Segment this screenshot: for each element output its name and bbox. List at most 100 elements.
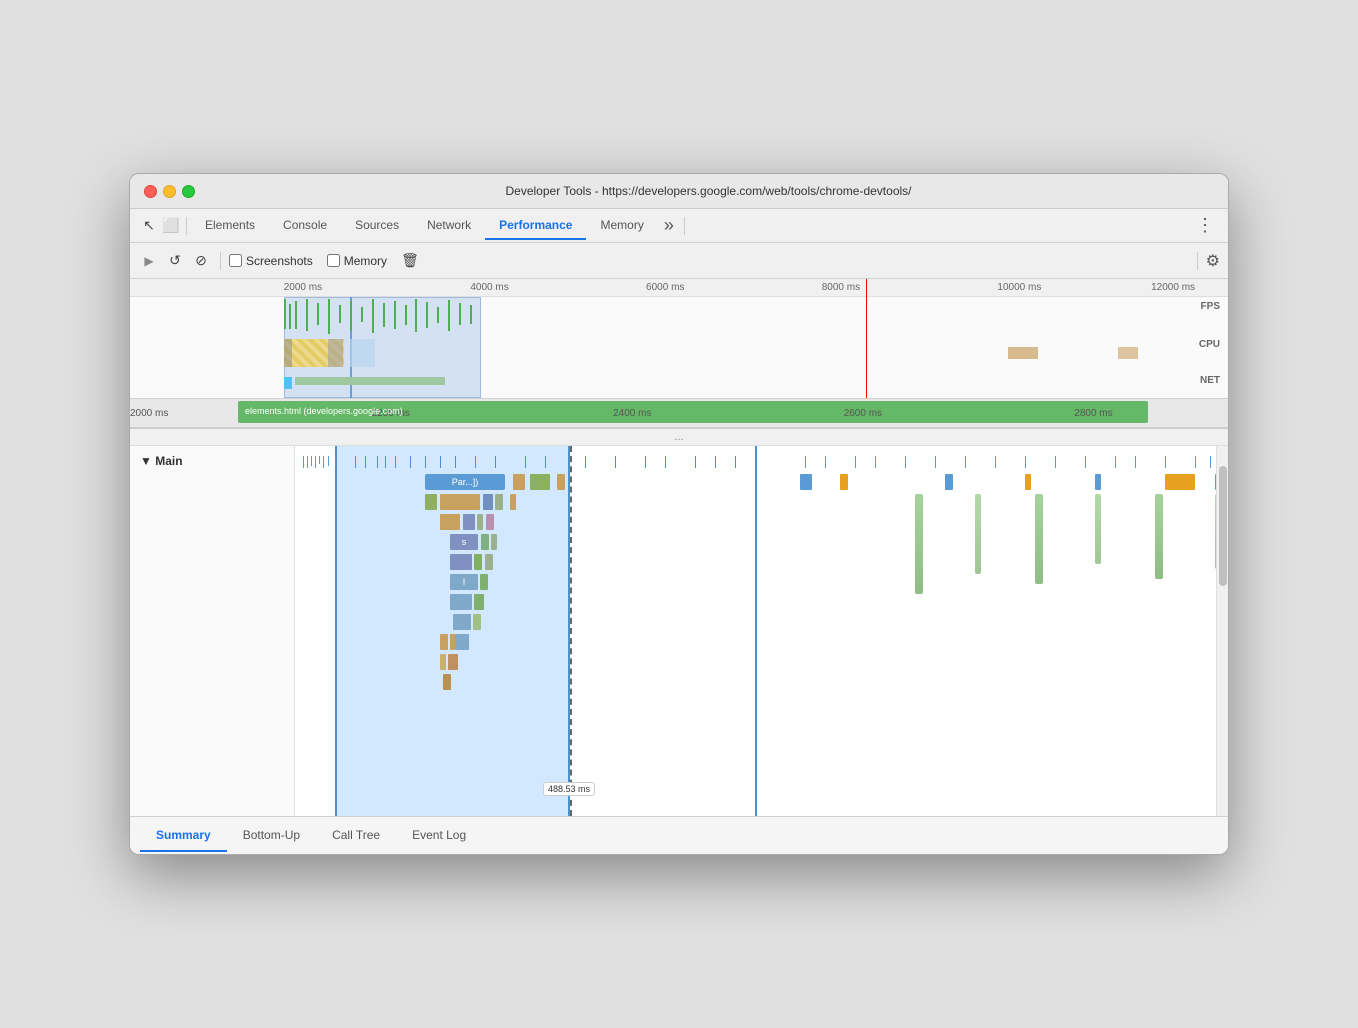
screenshots-checkbox[interactable] [229,254,242,267]
task-row-8 [295,594,1213,610]
close-button[interactable] [144,185,157,198]
maximize-button[interactable] [182,185,195,198]
titlebar: Developer Tools - https://developers.goo… [130,174,1228,209]
ra-b1 [800,474,812,490]
fps-bar [437,307,439,323]
screenshots-checkbox-group[interactable]: Screenshots [229,254,313,268]
ruler-tick-6000: 6000 ms [646,282,684,293]
r4b2 [463,514,475,530]
tab-bottom-up[interactable]: Bottom-Up [227,820,316,852]
dashed-line [570,446,572,816]
s-block[interactable]: s [450,534,478,550]
memory-checkbox-group[interactable]: Memory [327,254,387,268]
tab-bar: ↖ ⬜ Elements Console Sources Network Per… [130,209,1228,243]
trash-button[interactable]: 🗑 [399,250,421,272]
task-row-1 [295,456,1213,468]
tab-call-tree[interactable]: Call Tree [316,820,396,852]
ruler-tick-2000: 2000 ms [284,282,322,293]
flame-chart[interactable]: 488.53 ms [295,446,1228,816]
screenshots-label: Screenshots [246,254,313,268]
block-orange2 [1025,474,1031,490]
net-bar-green [295,377,445,385]
divider [186,217,187,235]
cursor-icon[interactable]: ↖ [138,215,160,237]
toolbar-divider [220,252,221,270]
block-blue2 [1095,474,1101,490]
green-bar-right4 [1095,494,1101,564]
r9b1 [453,614,471,630]
fps-bar [284,299,286,329]
cpu-block-blue [350,339,375,367]
selection-start-line [335,446,337,816]
fps-bar [361,307,363,322]
memory-checkbox[interactable] [327,254,340,267]
r6b1 [450,554,472,570]
zoom-tick-2400: 2400 ms [613,408,651,419]
tab-network[interactable]: Network [413,212,485,240]
devtools-window: Developer Tools - https://developers.goo… [129,173,1229,855]
cpu-area [130,337,1228,373]
r10b1 [455,634,469,650]
tab-elements[interactable]: Elements [191,212,269,240]
cpu-block-gray [284,339,292,367]
clear-button[interactable]: ⊘ [190,250,212,272]
block-blue1 [945,474,953,490]
scrollbar-thumb[interactable] [1219,466,1227,586]
zoom-tick-2800: 2800 ms [1074,408,1112,419]
r12b1 [443,674,451,690]
dock-icon[interactable]: ⬜ [160,215,182,237]
traffic-lights [144,185,195,198]
green-bar-right5 [1155,494,1163,579]
timeline-overview: 2000 ms 4000 ms 6000 ms 8000 ms 10000 ms… [130,279,1228,399]
r4b3 [477,514,483,530]
minimize-button[interactable] [163,185,176,198]
green-bar-right2 [975,494,981,574]
block-orange1 [840,474,848,490]
r8b2 [474,594,484,610]
fps-bar [459,303,461,325]
r6b2 [474,554,482,570]
fps-bar [394,301,396,329]
r11b2 [448,654,458,670]
tab-console[interactable]: Console [269,212,341,240]
task-row-5: s [295,534,1213,550]
net-bar-blue [284,377,292,389]
fps-bar [289,304,291,329]
gear-button[interactable]: ⚙ [1206,251,1220,271]
zoom-tick-2000: 2000 ms [130,408,168,419]
ruler-tick-4000: 4000 ms [470,282,508,293]
l-block[interactable]: l [450,574,478,590]
performance-toolbar: ▶ ↺ ⊘ Screenshots Memory 🗑 ⚙ [130,243,1228,279]
task-row-11 [295,654,1213,670]
task-row-7: l [295,574,1213,590]
fps-bar [405,305,407,325]
memory-label: Memory [344,254,387,268]
record-button[interactable]: ▶ [138,250,160,272]
tab-sources[interactable]: Sources [341,212,413,240]
reload-button[interactable]: ↺ [164,250,186,272]
r3b3 [483,494,493,510]
tab-memory[interactable]: Memory [586,212,657,240]
cpu-block-tan2 [1118,347,1138,359]
parse-block[interactable]: Par...]) [425,474,505,490]
url-label: elements.html (developers.google.com) [245,406,403,416]
ruler-tick-10000: 10000 ms [997,282,1041,293]
r8b1 [450,594,472,610]
r4b1 [440,514,460,530]
tab-overflow-button[interactable]: » [658,213,680,238]
fps-bar [426,302,428,328]
vertical-scrollbar[interactable] [1216,446,1228,816]
r5b2 [481,534,489,550]
r5b3 [491,534,497,550]
task-row-9 [295,614,1213,630]
divider2 [684,217,685,235]
fps-bar [339,305,341,323]
green-bar-right3 [1035,494,1043,584]
toolbar-divider2 [1197,252,1198,270]
bottom-tabs: Summary Bottom-Up Call Tree Event Log [130,816,1228,854]
tab-event-log[interactable]: Event Log [396,820,482,852]
more-menu-button[interactable]: ⋮ [1190,213,1220,238]
tab-performance[interactable]: Performance [485,212,586,240]
tab-summary[interactable]: Summary [140,820,227,852]
task-row-10 [295,634,1213,650]
